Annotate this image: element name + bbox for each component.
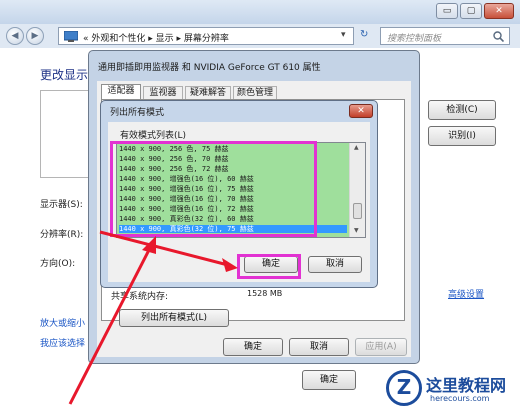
arrow-to-selected-mode xyxy=(68,247,152,405)
arrow-to-ok-head xyxy=(222,258,238,272)
arrow-to-ok xyxy=(99,230,229,267)
arrow-to-selected-mode-head xyxy=(142,236,156,254)
watermark-domain: herecours.com xyxy=(430,394,490,403)
watermark-logo-icon: Z xyxy=(386,370,422,406)
watermark-site-name: 这里教程网 xyxy=(426,376,507,395)
watermark: Z 这里教程网 herecours.com xyxy=(380,366,520,410)
annotation-arrows xyxy=(68,230,238,405)
